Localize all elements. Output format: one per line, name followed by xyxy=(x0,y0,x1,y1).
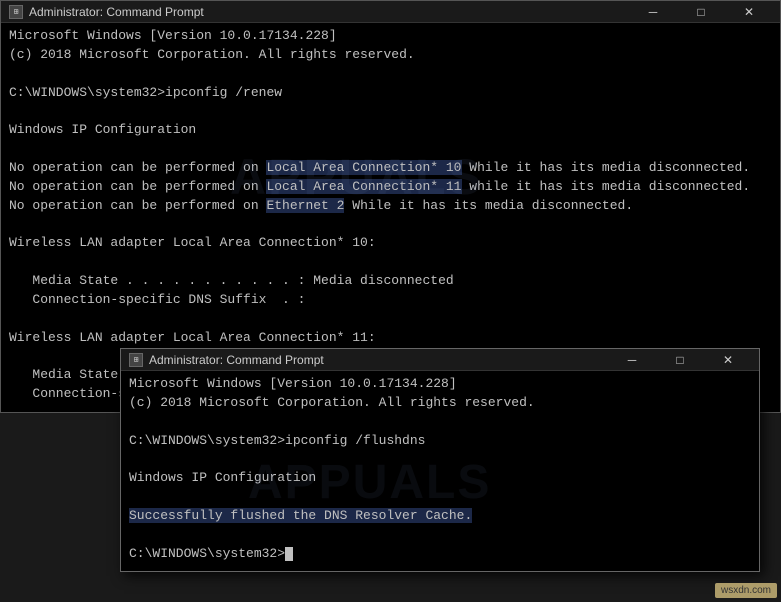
bot-line-0: Microsoft Windows [Version 10.0.17134.22… xyxy=(129,375,751,394)
line-9: No operation can be performed on Etherne… xyxy=(9,197,772,216)
line-8: No operation can be performed on Local A… xyxy=(9,178,772,197)
line-13: Media State . . . . . . . . . . . : Medi… xyxy=(9,272,772,291)
line-1: (c) 2018 Microsoft Corporation. All righ… xyxy=(9,46,772,65)
cmd-title-top: Administrator: Command Prompt xyxy=(29,5,624,19)
line-16: Wireless LAN adapter Local Area Connecti… xyxy=(9,329,772,348)
cmd-icon-top: ⊞ xyxy=(9,5,23,19)
line-4 xyxy=(9,102,772,121)
line-12 xyxy=(9,253,772,272)
bot-line-1: (c) 2018 Microsoft Corporation. All righ… xyxy=(129,394,751,413)
wsxdn-badge: wsxdn.com xyxy=(715,583,777,598)
bot-line-4 xyxy=(129,450,751,469)
cmd-titlebar-top: ⊞ Administrator: Command Prompt ─ □ ✕ xyxy=(1,1,780,23)
line-7: No operation can be performed on Local A… xyxy=(9,159,772,178)
line-6 xyxy=(9,140,772,159)
cmd-titlebar-buttons-top: ─ □ ✕ xyxy=(630,1,772,23)
close-button-bottom[interactable]: ✕ xyxy=(705,349,751,371)
minimize-button-top[interactable]: ─ xyxy=(630,1,676,23)
bot-line-3: C:\WINDOWS\system32>ipconfig /flushdns xyxy=(129,432,751,451)
bot-line-6 xyxy=(129,488,751,507)
line-10 xyxy=(9,215,772,234)
bot-line-2 xyxy=(129,413,751,432)
cmd-titlebar-bottom: ⊞ Administrator: Command Prompt ─ □ ✕ xyxy=(121,349,759,371)
bot-line-7: Successfully flushed the DNS Resolver Ca… xyxy=(129,507,751,526)
maximize-button-bottom[interactable]: □ xyxy=(657,349,703,371)
line-3: C:\WINDOWS\system32>ipconfig /renew xyxy=(9,84,772,103)
bot-line-8 xyxy=(129,526,751,545)
bot-line-9: C:\WINDOWS\system32> xyxy=(129,545,751,564)
cmd-icon-bottom: ⊞ xyxy=(129,353,143,367)
cmd-window-bottom: ⊞ Administrator: Command Prompt ─ □ ✕ Mi… xyxy=(120,348,760,572)
cursor xyxy=(285,547,293,561)
line-2 xyxy=(9,65,772,84)
line-0: Microsoft Windows [Version 10.0.17134.22… xyxy=(9,27,772,46)
line-5: Windows IP Configuration xyxy=(9,121,772,140)
cmd-title-bottom: Administrator: Command Prompt xyxy=(149,353,603,367)
line-15 xyxy=(9,310,772,329)
line-11: Wireless LAN adapter Local Area Connecti… xyxy=(9,234,772,253)
flushed-highlight: Successfully flushed the DNS Resolver Ca… xyxy=(129,508,472,523)
close-button-top[interactable]: ✕ xyxy=(726,1,772,23)
bot-line-5: Windows IP Configuration xyxy=(129,469,751,488)
cmd-content-bottom: Microsoft Windows [Version 10.0.17134.22… xyxy=(121,371,759,571)
line-14: Connection-specific DNS Suffix . : xyxy=(9,291,772,310)
minimize-button-bottom[interactable]: ─ xyxy=(609,349,655,371)
cmd-titlebar-buttons-bottom: ─ □ ✕ xyxy=(609,349,751,371)
maximize-button-top[interactable]: □ xyxy=(678,1,724,23)
